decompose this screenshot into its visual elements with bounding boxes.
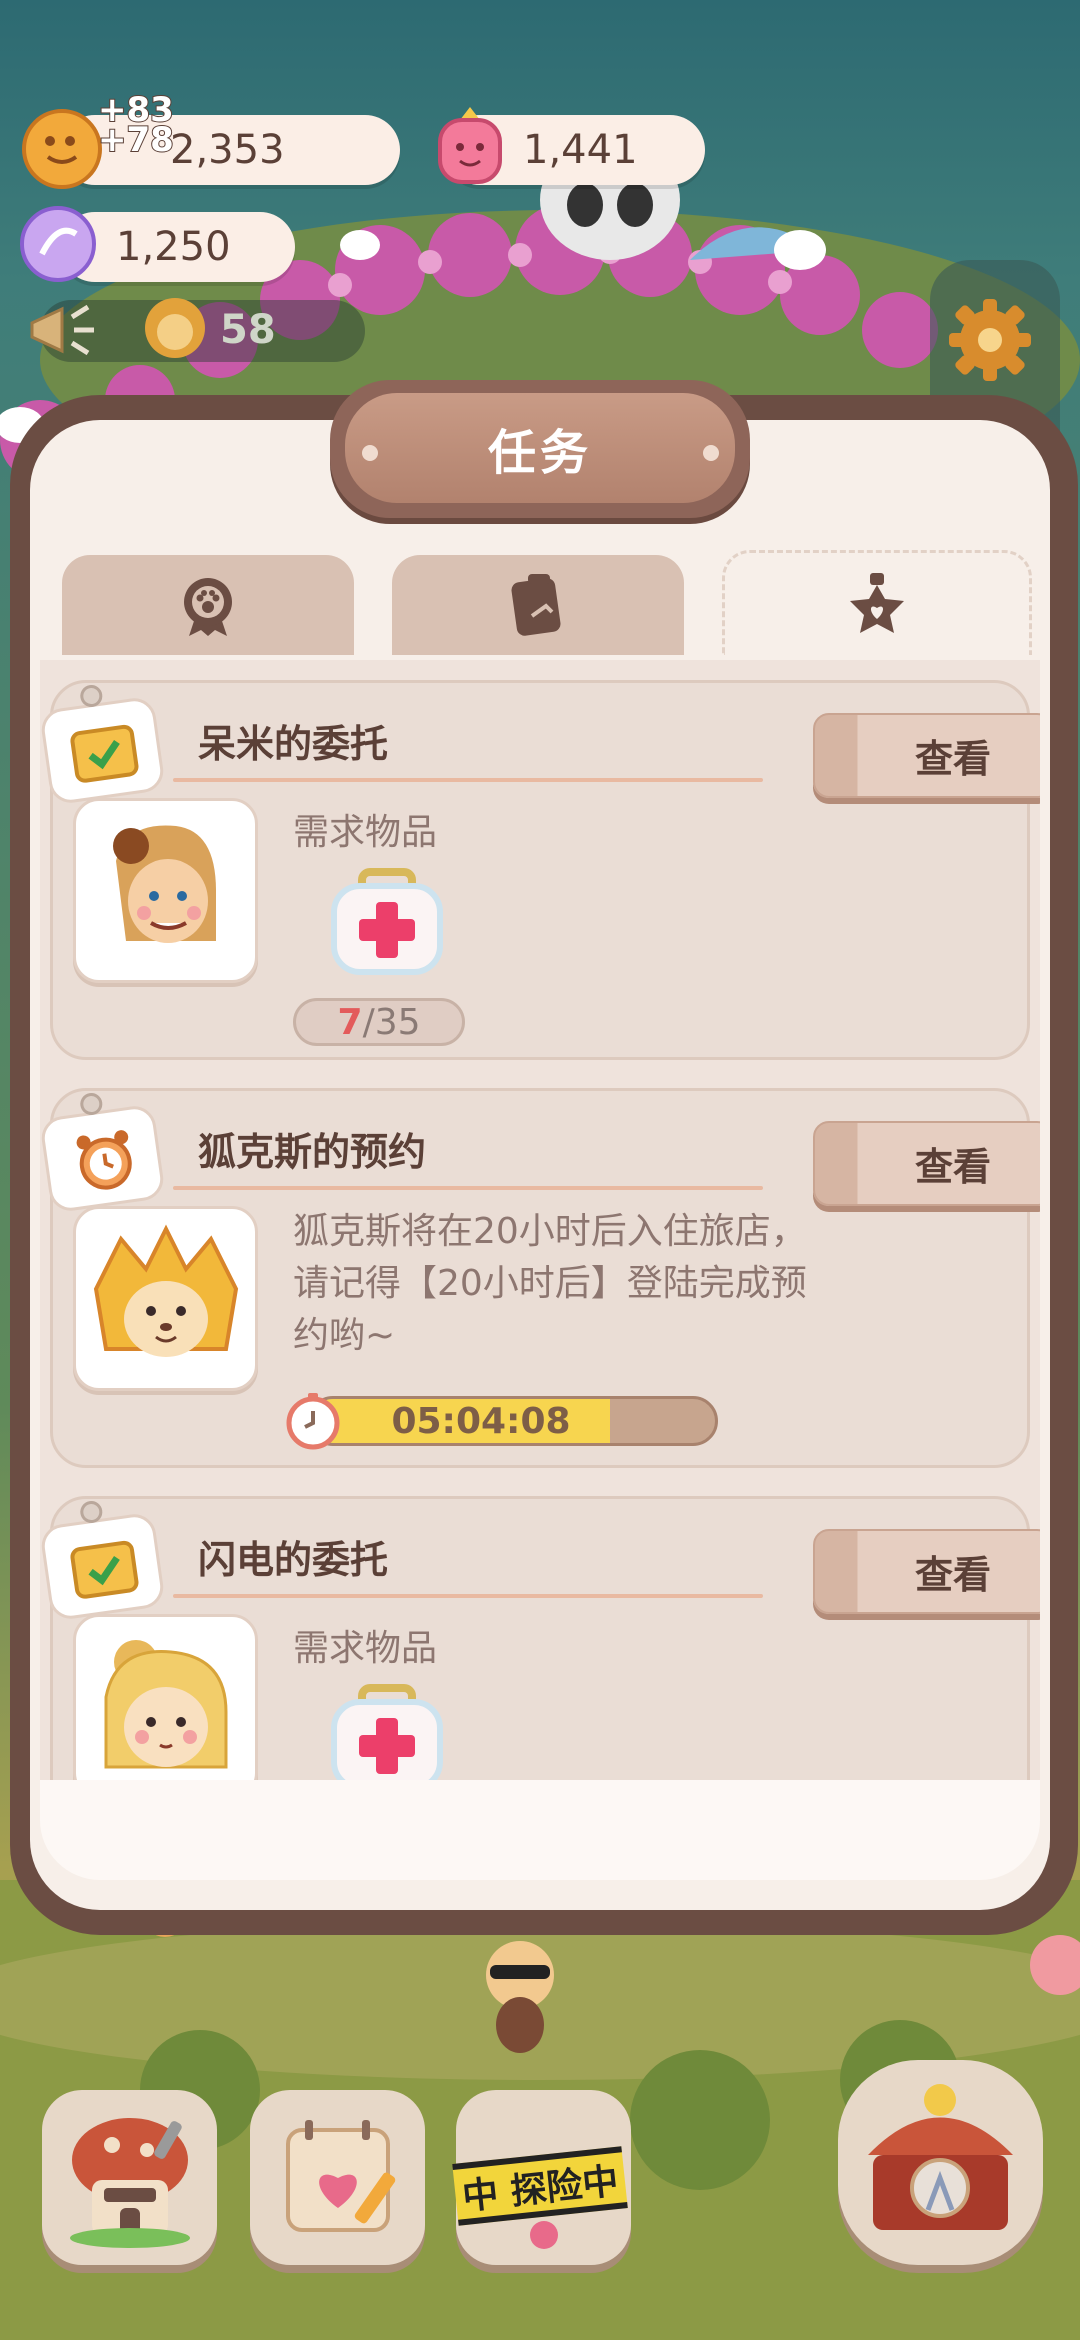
hotel-button[interactable]	[42, 2090, 217, 2265]
pink-jelly-icon	[438, 107, 502, 184]
notice-count: 58	[220, 307, 276, 353]
pin-icon	[78, 683, 104, 709]
crystal-count: 1,250	[116, 224, 231, 270]
pin-icon	[78, 1091, 104, 1117]
pin-icon	[78, 1499, 104, 1525]
task-list[interactable]: 呆米的委托 查看 需求物品 7 /35 狐克斯的预约 查看 狐克斯将在20小时后…	[40, 660, 1040, 1780]
cookie-icon	[22, 109, 102, 189]
star-bottle-icon	[850, 573, 904, 633]
lion-avatar-icon	[145, 298, 205, 358]
tab-notes[interactable]	[392, 555, 684, 655]
task-badge	[40, 1091, 167, 1214]
crystal-icon	[20, 206, 96, 282]
view-button-label: 查看	[914, 737, 991, 781]
task-title: 狐克斯的预约	[198, 1130, 427, 1174]
task-card: 呆米的委托 查看 需求物品 7 /35	[40, 680, 1040, 1060]
cookie-count: 2,353	[170, 127, 285, 173]
panel-title-box: 任务	[345, 393, 735, 503]
view-button[interactable]: 查看	[813, 1529, 1040, 1614]
paw-medal-icon	[184, 578, 232, 636]
task-title: 呆米的委托	[198, 722, 389, 766]
tab-achievements[interactable]	[62, 555, 354, 655]
first-aid-kit-icon	[331, 1684, 443, 1780]
rivet-left	[362, 445, 378, 461]
task-badge	[40, 1499, 167, 1622]
diary-heart-icon	[286, 2120, 396, 2232]
check-note-icon	[70, 1540, 139, 1599]
rivet-right	[703, 445, 719, 461]
progress-total: /35	[362, 1001, 421, 1043]
countdown-bar: 05:04:08	[308, 1396, 718, 1446]
alarm-clock-icon	[76, 1130, 132, 1190]
first-aid-kit-icon	[331, 868, 443, 975]
circus-button[interactable]	[838, 2060, 1043, 2265]
view-button-label: 查看	[914, 1553, 991, 1597]
panel-title: 任务	[487, 425, 592, 481]
diary-button[interactable]	[250, 2090, 425, 2265]
circus-tent-icon	[868, 2084, 1013, 2230]
progress-current: 7	[337, 1001, 363, 1043]
settings-gear-icon[interactable]	[945, 295, 1035, 385]
task-title: 闪电的委托	[198, 1538, 389, 1582]
fox-face-icon	[93, 1224, 239, 1357]
view-button-label: 查看	[914, 1145, 991, 1189]
title-divider	[173, 1186, 763, 1190]
stopwatch-icon	[286, 1393, 340, 1450]
npc-avatar	[73, 798, 258, 983]
required-items-label: 需求物品	[293, 812, 438, 853]
title-divider	[173, 1594, 763, 1598]
megaphone-icon	[30, 304, 94, 356]
progress-counter: 7 /35	[293, 998, 465, 1046]
notes-icon	[511, 574, 561, 636]
task-badge	[40, 683, 167, 806]
cookie-gain-2: +78	[97, 120, 175, 160]
hotel-house-icon	[70, 2118, 190, 2248]
title-divider	[173, 778, 763, 782]
exploring-tape-label: 中 探险中	[460, 2160, 621, 2219]
required-items-label: 需求物品	[293, 1628, 438, 1669]
task-card: 狐克斯的预约 查看 狐克斯将在20小时后入住旅店，请记得【20小时后】登陆完成预…	[40, 1088, 1040, 1468]
lightning-face-icon	[104, 1640, 228, 1769]
tab-special[interactable]	[722, 550, 1032, 655]
npc-avatar	[73, 1614, 258, 1780]
countdown-text: 05:04:08	[391, 1400, 571, 1442]
daimi-face-icon	[113, 825, 216, 943]
npc-avatar	[73, 1206, 258, 1391]
task-card: 闪电的委托 查看 需求物品	[40, 1496, 1040, 1780]
task-description: 狐克斯将在20小时后入住旅店，请记得【20小时后】登陆完成预约哟~	[293, 1211, 807, 1356]
view-button[interactable]: 查看	[813, 1121, 1040, 1206]
view-button[interactable]: 查看	[813, 713, 1040, 798]
check-note-icon	[70, 724, 139, 783]
gem-count: 1,441	[523, 127, 638, 173]
panel-footer	[40, 1780, 1040, 1880]
